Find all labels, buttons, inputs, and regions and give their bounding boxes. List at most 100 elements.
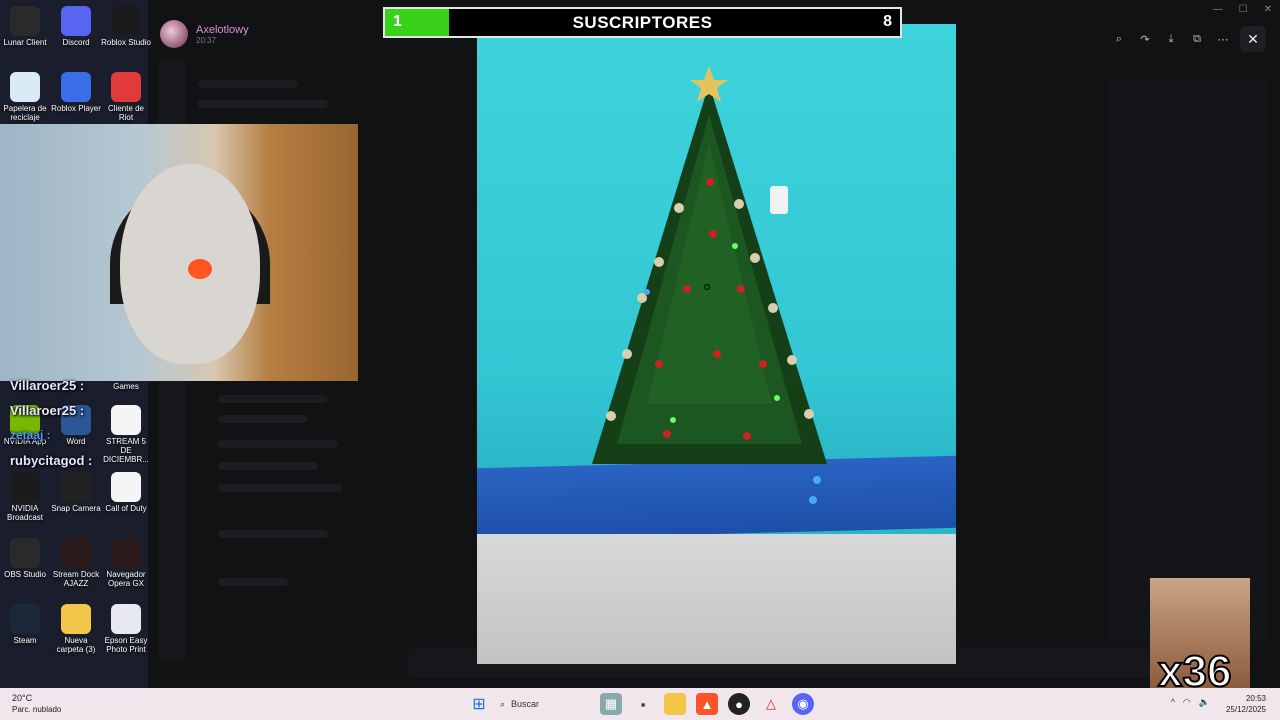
red-nose bbox=[188, 259, 212, 279]
desktop-icon-label: Word bbox=[66, 437, 86, 446]
desktop-icon-label: Lunar Client bbox=[3, 38, 47, 47]
window-close-icon[interactable]: ✕ bbox=[1264, 4, 1272, 15]
search-icon: ⌕ bbox=[500, 698, 506, 709]
discord-icon bbox=[61, 6, 91, 36]
maximize-icon[interactable]: ☐ bbox=[1239, 4, 1248, 15]
task-view-icon[interactable]: ▦ bbox=[600, 693, 622, 715]
folder-icon bbox=[61, 604, 91, 634]
open-external-icon[interactable]: ⧉ bbox=[1188, 30, 1206, 48]
channel-placeholder bbox=[218, 484, 343, 492]
desktop-icon-snap-camera[interactable]: Snap Camera bbox=[51, 472, 101, 513]
close-icon[interactable]: ✕ bbox=[1240, 26, 1266, 52]
desktop-icon-document[interactable]: STREAM 5 DE DICIEMBR... bbox=[101, 405, 151, 464]
desktop-icon-recycle-bin[interactable]: Papelera de reciclaje bbox=[0, 72, 50, 122]
clock[interactable]: 20:53 25/12/2025 bbox=[1226, 693, 1266, 715]
desktop-icon-label: Nueva carpeta (3) bbox=[56, 636, 96, 654]
file-explorer-icon[interactable]: ▪ bbox=[632, 693, 654, 715]
wifi-icon[interactable]: ◠ bbox=[1183, 697, 1191, 708]
lunar-icon bbox=[10, 6, 40, 36]
snap-camera-icon bbox=[61, 472, 91, 502]
desktop-icon-label: Epson Easy Photo Print bbox=[104, 636, 148, 654]
channel-placeholder bbox=[218, 530, 328, 538]
clock-time: 20:53 bbox=[1245, 694, 1266, 703]
epson-icon bbox=[111, 604, 141, 634]
desktop-icon-label: Steam bbox=[13, 636, 37, 645]
christmas-tree-photo bbox=[477, 24, 956, 664]
channel-placeholder bbox=[218, 395, 328, 403]
desktop-icon-label: Cliente de Riot bbox=[107, 104, 145, 122]
chat-user: rubycitagod : bbox=[10, 453, 93, 468]
volume-icon[interactable]: 🔈 bbox=[1199, 697, 1210, 708]
desktop-icon-games[interactable]: Games bbox=[101, 382, 151, 391]
call-of-duty-icon bbox=[111, 472, 141, 502]
minimize-icon[interactable]: — bbox=[1213, 4, 1223, 15]
folder-icon[interactable] bbox=[664, 693, 686, 715]
member-list bbox=[1108, 80, 1268, 640]
clock-date: 25/12/2025 bbox=[1225, 705, 1266, 714]
avatar[interactable] bbox=[160, 20, 188, 48]
chat-message: Villaroer25 : bbox=[10, 403, 84, 418]
obs-taskbar-icon[interactable]: ● bbox=[728, 693, 750, 715]
desktop-icon-epson[interactable]: Epson Easy Photo Print bbox=[101, 604, 151, 654]
weather-text: Parc. nublado bbox=[12, 705, 62, 714]
desktop-icon-label: Stream Dock AJAZZ bbox=[52, 570, 100, 588]
desktop-icon-label: Papelera de reciclaje bbox=[3, 104, 47, 122]
channel-placeholder bbox=[218, 462, 318, 470]
temperature: 20°C bbox=[12, 693, 33, 703]
subscriber-goal-bar: 1 SUSCRIPTORES 8 bbox=[383, 7, 902, 38]
author-name[interactable]: Axelotlowy bbox=[196, 24, 249, 36]
discord-taskbar-icon[interactable]: ◉ bbox=[792, 693, 814, 715]
zoom-icon[interactable]: ⌕ bbox=[1110, 30, 1128, 48]
desktop-icon-label: Navegador Opera GX bbox=[106, 570, 146, 588]
stream-dock-taskbar-icon[interactable]: △ bbox=[760, 693, 782, 715]
start-icon[interactable]: ⊞ bbox=[468, 693, 490, 715]
desktop-icon-nvidia-broadcast[interactable]: NVIDIA Broadcast bbox=[0, 472, 50, 522]
desktop-icon-discord[interactable]: Discord bbox=[51, 6, 101, 47]
desktop-icon-roblox[interactable]: Roblox Studio bbox=[101, 6, 151, 47]
message-author: Axelotlowy 20:37 bbox=[160, 20, 249, 48]
download-icon[interactable]: ⤓ bbox=[1162, 30, 1180, 48]
desktop-icon-opera-gx[interactable]: Navegador Opera GX bbox=[101, 538, 151, 588]
search-box[interactable]: ⌕ Buscar bbox=[500, 692, 590, 716]
chat-user: zetaaj : bbox=[10, 428, 51, 442]
christmas-tree-graphic bbox=[592, 66, 827, 504]
desktop-icon-call-of-duty[interactable]: Call of Duty bbox=[101, 472, 151, 513]
desktop-icon-label: Discord bbox=[62, 38, 90, 47]
taskbar: 20°C Parc. nublado ⊞ ⌕ Buscar ▦ ▪ ▲ ● △ … bbox=[0, 688, 1280, 720]
desktop-icon-label: Call of Duty bbox=[105, 504, 147, 513]
subscriber-goal: 8 bbox=[883, 13, 892, 30]
roblox-player-icon bbox=[61, 72, 91, 102]
riot-icon bbox=[111, 72, 141, 102]
tray-expand-icon[interactable]: ^ bbox=[1171, 697, 1175, 708]
desktop-icon-obs[interactable]: OBS Studio bbox=[0, 538, 50, 579]
roblox-icon bbox=[111, 6, 141, 36]
desktop-icon-label: Roblox Player bbox=[51, 104, 101, 113]
desktop-icon-folder[interactable]: Nueva carpeta (3) bbox=[51, 604, 101, 654]
channel-placeholder bbox=[218, 415, 308, 423]
chat-message: Villaroer25 : bbox=[10, 378, 84, 393]
stream-dock-icon bbox=[61, 538, 91, 568]
opera-gx-icon bbox=[111, 538, 141, 568]
image-viewer-toolbar: ⌕ ↷ ⤓ ⧉ ⋯ ✕ bbox=[1110, 26, 1266, 52]
chat-message: zetaaj : bbox=[10, 428, 51, 442]
desktop-icon-stream-dock[interactable]: Stream Dock AJAZZ bbox=[51, 538, 101, 588]
desktop-icon-label: STREAM 5 DE DICIEMBR... bbox=[103, 437, 149, 464]
chat-user: Villaroer25 : bbox=[10, 378, 85, 393]
window-controls: — ☐ ✕ bbox=[1213, 4, 1272, 15]
weather-widget[interactable]: 20°C Parc. nublado bbox=[12, 693, 61, 715]
forward-icon[interactable]: ↷ bbox=[1136, 30, 1154, 48]
brave-icon[interactable]: ▲ bbox=[696, 693, 718, 715]
desktop-icon-riot[interactable]: Cliente de Riot bbox=[101, 72, 151, 122]
more-icon[interactable]: ⋯ bbox=[1214, 30, 1232, 48]
nvidia-broadcast-icon bbox=[10, 472, 40, 502]
desktop-icon-label: Roblox Studio bbox=[101, 38, 151, 47]
channel-placeholder bbox=[218, 578, 288, 586]
desktop-icon-label: Snap Camera bbox=[51, 504, 101, 513]
webcam-overlay bbox=[0, 124, 358, 381]
obs-icon bbox=[10, 538, 40, 568]
desktop-icon-roblox-player[interactable]: Roblox Player bbox=[51, 72, 101, 113]
desktop-icon-steam[interactable]: Steam bbox=[0, 604, 50, 645]
message-time: 20:37 bbox=[196, 35, 217, 45]
desktop-icon-lunar[interactable]: Lunar Client bbox=[0, 6, 50, 47]
desktop-icon-label: NVIDIA Broadcast bbox=[6, 504, 44, 522]
